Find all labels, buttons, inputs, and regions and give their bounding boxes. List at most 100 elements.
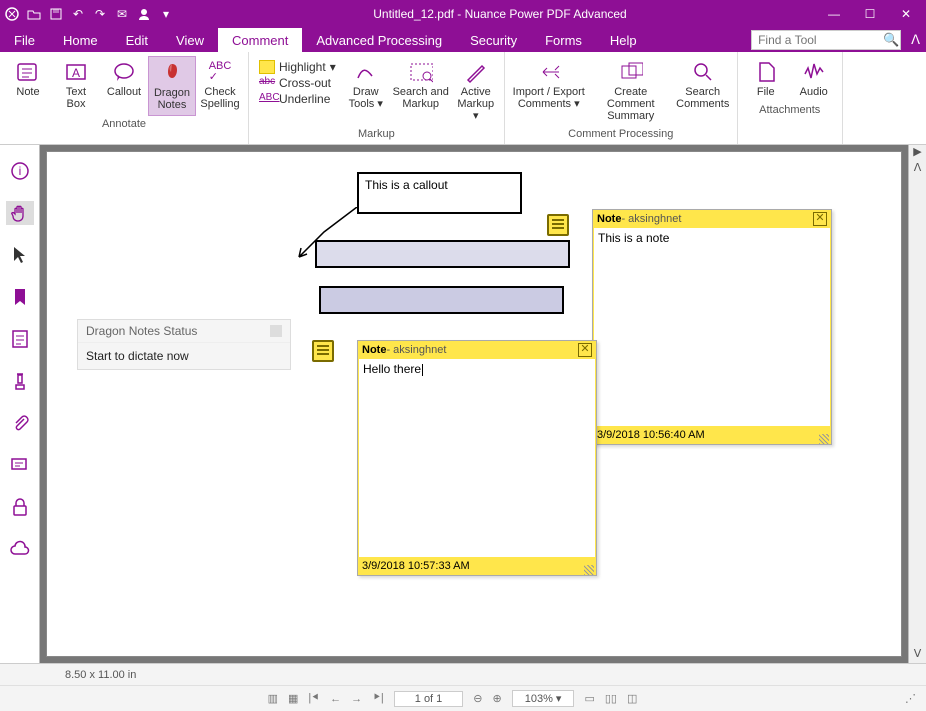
- drawtools-button[interactable]: Draw Tools ▾: [342, 56, 390, 126]
- activemarkup-button[interactable]: Active Markup ▾: [452, 56, 500, 126]
- ribbon-collapse-icon[interactable]: ᐱ: [905, 28, 926, 52]
- importexport-button[interactable]: Import / Export Comments ▾: [509, 56, 589, 126]
- dragon-notes-panel: Dragon Notes Status Start to dictate now: [77, 319, 291, 370]
- underline-button[interactable]: ABCUnderline: [259, 92, 336, 106]
- fit-page-icon[interactable]: ▥: [268, 692, 278, 705]
- next-page-icon[interactable]: →: [351, 693, 362, 705]
- searchmarkup-icon: [409, 60, 433, 84]
- maximize-button[interactable]: ☐: [862, 7, 878, 21]
- title-bar: ↶ ↷ ✉ ▾ Untitled_12.pdf - Nuance Power P…: [0, 0, 926, 28]
- searchmarkup-button[interactable]: Search and Markup: [390, 56, 452, 126]
- pages-panel-icon[interactable]: [6, 327, 34, 351]
- resize-grip-icon[interactable]: [819, 434, 829, 444]
- spelling-button[interactable]: ABC✓ Check Spelling: [196, 56, 244, 116]
- note-popup-author: - aksinghnet: [621, 213, 681, 225]
- search-icon[interactable]: 🔍: [882, 32, 900, 48]
- stamp-panel-icon[interactable]: [6, 369, 34, 393]
- zoom-out-icon[interactable]: ⊖: [473, 692, 482, 705]
- last-page-icon[interactable]: ⯈|: [372, 692, 384, 705]
- note-popup-header[interactable]: Note - aksinghnet ✕: [593, 210, 831, 228]
- note-button[interactable]: Note: [4, 56, 52, 116]
- tab-advanced[interactable]: Advanced Processing: [302, 28, 456, 52]
- save-icon[interactable]: [48, 6, 64, 22]
- tab-help[interactable]: Help: [596, 28, 651, 52]
- callout-box[interactable]: This is a callout: [357, 172, 522, 214]
- underline-icon: ABC: [259, 92, 275, 106]
- createsummary-icon: [619, 60, 643, 84]
- single-page-icon[interactable]: ▭: [584, 692, 594, 705]
- crossout-button[interactable]: abcCross-out: [259, 76, 336, 90]
- tab-edit[interactable]: Edit: [112, 28, 162, 52]
- note-popup-close[interactable]: ✕: [578, 343, 592, 357]
- prev-page-icon[interactable]: ←: [330, 693, 341, 705]
- user-icon[interactable]: [136, 6, 152, 22]
- undo-icon[interactable]: ↶: [70, 6, 86, 22]
- tab-forms[interactable]: Forms: [531, 28, 596, 52]
- resize-grip-icon[interactable]: [584, 565, 594, 575]
- group-markup: Highlight ▾ abcCross-out ABCUnderline Dr…: [249, 52, 505, 144]
- note-popup-footer: 3/9/2018 10:56:40 AM: [593, 426, 831, 444]
- textbox-annotation-2[interactable]: [319, 286, 564, 314]
- select-tool-icon[interactable]: [6, 243, 34, 267]
- scroll-down-icon[interactable]: ᐯ: [914, 647, 922, 663]
- security-panel-icon[interactable]: [6, 495, 34, 519]
- hand-tool-icon[interactable]: [6, 201, 34, 225]
- search-input[interactable]: [752, 33, 882, 47]
- tab-home[interactable]: Home: [49, 28, 112, 52]
- fit-width-icon[interactable]: ▦: [288, 692, 298, 705]
- note-popup-2[interactable]: Note - aksinghnet ✕ Hello there 3/9/2018…: [357, 340, 597, 576]
- dragon-icon: [160, 61, 184, 85]
- drawtools-icon: [354, 60, 378, 84]
- note-popup-close[interactable]: ✕: [813, 212, 827, 226]
- first-page-icon[interactable]: |⯇: [308, 692, 320, 705]
- scroll-up-icon[interactable]: ᐱ: [914, 161, 922, 177]
- tab-view[interactable]: View: [162, 28, 218, 52]
- group-annotate: Note A Text Box Callout Dragon Notes ABC…: [0, 52, 249, 144]
- createsummary-button[interactable]: Create Comment Summary: [589, 56, 673, 126]
- searchcomments-button[interactable]: Search Comments: [673, 56, 733, 126]
- find-tool-search[interactable]: 🔍: [751, 30, 901, 50]
- activemarkup-icon: [464, 60, 488, 84]
- info-tool-icon[interactable]: i: [6, 159, 34, 183]
- tab-security[interactable]: Security: [456, 28, 531, 52]
- tab-file[interactable]: File: [0, 28, 49, 52]
- mail-icon[interactable]: ✉: [114, 6, 130, 22]
- note-popup-header[interactable]: Note - aksinghnet ✕: [358, 341, 596, 359]
- highlight-button[interactable]: Highlight ▾: [259, 60, 336, 74]
- note-popup-1[interactable]: Note - aksinghnet ✕ This is a note 3/9/2…: [592, 209, 832, 445]
- note-marker-2[interactable]: [312, 340, 334, 362]
- cloud-panel-icon[interactable]: [6, 537, 34, 561]
- qat-more-icon[interactable]: ▾: [158, 6, 174, 22]
- audio-attach-button[interactable]: Audio: [790, 56, 838, 102]
- callout-text: This is a callout: [365, 178, 448, 192]
- zoom-field[interactable]: 103% ▾: [512, 690, 575, 707]
- facing-page-icon[interactable]: ◫: [627, 692, 637, 705]
- document-canvas[interactable]: This is a callout Note - aksinghnet ✕ Th…: [40, 145, 908, 663]
- left-toolbar: i: [0, 145, 40, 663]
- quick-access-toolbar: ↶ ↷ ✉ ▾: [4, 6, 174, 22]
- textbox-annotation-1[interactable]: [315, 240, 570, 268]
- textbox-icon: A: [64, 60, 88, 84]
- redo-icon[interactable]: ↷: [92, 6, 108, 22]
- comments-panel-icon[interactable]: [6, 453, 34, 477]
- note-popup-body[interactable]: Hello there: [358, 359, 596, 557]
- tab-comment[interactable]: Comment: [218, 28, 302, 52]
- attachments-panel-icon[interactable]: [6, 411, 34, 435]
- minimize-button[interactable]: —: [826, 7, 842, 21]
- scroll-right-icon[interactable]: ▶: [913, 145, 921, 161]
- svg-text:i: i: [18, 164, 21, 178]
- note-popup-body[interactable]: This is a note: [593, 228, 831, 426]
- close-button[interactable]: ✕: [898, 7, 914, 21]
- zoom-in-icon[interactable]: ⊕: [493, 692, 502, 705]
- dragon-notes-button[interactable]: Dragon Notes: [148, 56, 196, 116]
- page-number-field[interactable]: 1 of 1: [394, 691, 464, 707]
- vertical-scrollbar[interactable]: ▶ ᐱ ᐯ: [908, 145, 926, 663]
- open-icon[interactable]: [26, 6, 42, 22]
- textbox-button[interactable]: A Text Box: [52, 56, 100, 116]
- note-marker-1[interactable]: [547, 214, 569, 236]
- bookmark-panel-icon[interactable]: [6, 285, 34, 309]
- dragon-panel-collapse[interactable]: [270, 325, 282, 337]
- continuous-page-icon[interactable]: ▯▯: [605, 692, 617, 705]
- file-attach-button[interactable]: File: [742, 56, 790, 102]
- callout-button[interactable]: Callout: [100, 56, 148, 116]
